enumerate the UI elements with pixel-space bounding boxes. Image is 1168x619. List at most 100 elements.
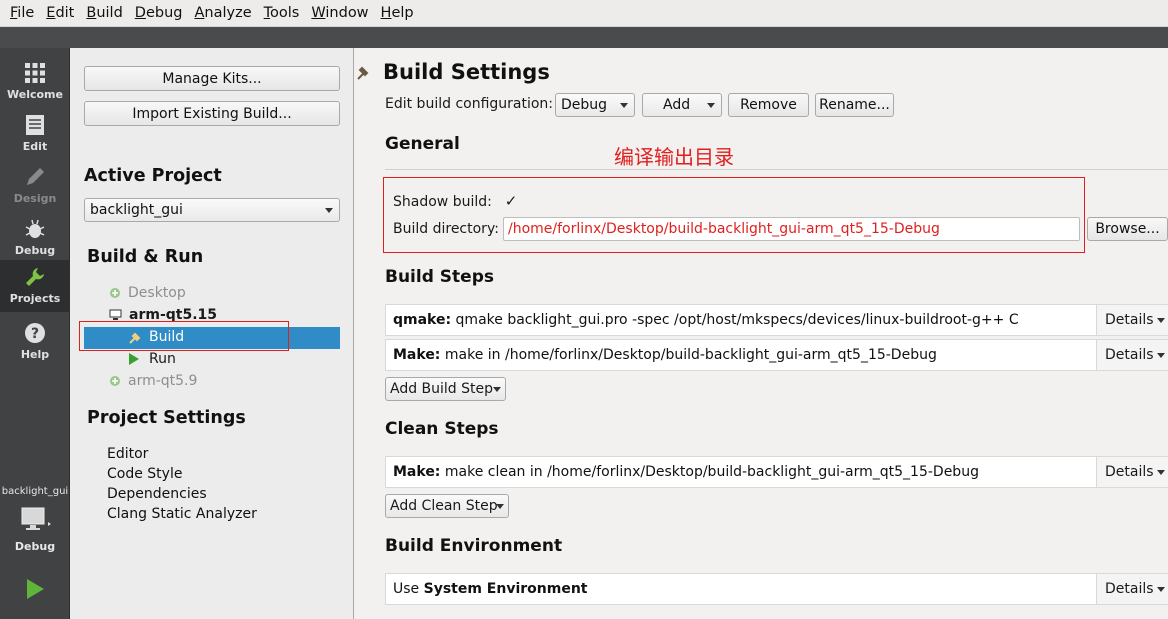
mode-label: Design bbox=[13, 192, 57, 205]
shadow-build-label: Shadow build: bbox=[393, 194, 492, 210]
active-project-select[interactable]: backlight_gui bbox=[84, 198, 340, 222]
toolbar-strip bbox=[0, 27, 1168, 48]
play-icon bbox=[129, 353, 139, 365]
remove-config-button[interactable]: Remove bbox=[728, 93, 809, 117]
manage-kits-button[interactable]: Manage Kits... bbox=[84, 66, 340, 91]
chevron-down-icon bbox=[620, 103, 628, 108]
shadow-build-checkbox[interactable]: ✓ bbox=[503, 193, 519, 209]
import-build-button[interactable]: Import Existing Build... bbox=[84, 101, 340, 126]
chevron-down-icon bbox=[493, 387, 501, 392]
build-config-select[interactable]: Debug bbox=[555, 93, 635, 117]
menu-tools[interactable]: Tools bbox=[258, 0, 306, 27]
chevron-down-icon bbox=[707, 103, 715, 108]
mode-design[interactable]: Design bbox=[0, 160, 70, 210]
chevron-down-icon bbox=[1157, 587, 1165, 592]
add-config-button[interactable]: Add bbox=[642, 93, 722, 117]
settings-editor[interactable]: Editor bbox=[107, 446, 148, 462]
step-key: Make: bbox=[393, 464, 441, 480]
monitor-icon[interactable] bbox=[20, 506, 51, 534]
mode-debug[interactable]: Debug bbox=[0, 212, 70, 262]
add-clean-step-button[interactable]: Add Clean Step bbox=[385, 494, 509, 518]
build-steps-heading: Build Steps bbox=[385, 267, 494, 287]
build-step-qmake[interactable]: qmake: qmake backlight_gui.pro -spec /op… bbox=[385, 304, 1168, 336]
kit-arm-qt5-9[interactable]: arm-qt5.9 bbox=[109, 373, 197, 389]
rename-config-button[interactable]: Rename... bbox=[815, 93, 894, 117]
hammer-icon bbox=[357, 66, 369, 80]
mode-label: Debug bbox=[14, 244, 56, 257]
mode-projects[interactable]: Projects bbox=[0, 260, 70, 312]
step-command: make clean in /home/forlinx/Desktop/buil… bbox=[440, 464, 979, 480]
menu-mnemonic: A bbox=[194, 4, 205, 21]
details-label: Details bbox=[1105, 347, 1154, 363]
add-circle-icon bbox=[110, 376, 120, 386]
step-text: Make: make clean in /home/forlinx/Deskto… bbox=[386, 464, 1096, 480]
monitor-icon bbox=[109, 309, 122, 320]
build-settings-panel: Build Settings Edit build configuration:… bbox=[355, 48, 1168, 619]
grid-icon bbox=[24, 62, 46, 84]
chevron-down-icon bbox=[1157, 470, 1165, 475]
chevron-down-icon bbox=[1157, 318, 1165, 323]
add-circle-icon bbox=[110, 288, 120, 298]
menu-debug[interactable]: Debug bbox=[129, 0, 189, 27]
divider bbox=[385, 169, 1168, 170]
settings-clang-analyzer[interactable]: Clang Static Analyzer bbox=[107, 506, 257, 522]
menu-label-rest: ools bbox=[270, 4, 300, 21]
step-text: qmake: qmake backlight_gui.pro -spec /op… bbox=[386, 312, 1096, 328]
mode-welcome[interactable]: Welcome bbox=[0, 56, 70, 106]
build-env-heading: Build Environment bbox=[385, 536, 563, 556]
clean-steps-heading: Clean Steps bbox=[385, 419, 499, 439]
mode-label: Edit bbox=[22, 140, 48, 153]
details-button[interactable]: Details bbox=[1096, 457, 1168, 487]
build-dir-label: Build directory: bbox=[393, 221, 499, 237]
menu-edit[interactable]: Edit bbox=[40, 0, 80, 27]
settings-dependencies[interactable]: Dependencies bbox=[107, 486, 207, 502]
menu-window[interactable]: Window bbox=[305, 0, 374, 27]
build-step-make[interactable]: Make: make in /home/forlinx/Desktop/buil… bbox=[385, 339, 1168, 371]
bug-icon bbox=[24, 218, 46, 240]
chevron-down-icon bbox=[1157, 353, 1165, 358]
mode-edit[interactable]: Edit bbox=[0, 108, 70, 158]
settings-code-style[interactable]: Code Style bbox=[107, 466, 182, 482]
build-env-row[interactable]: Use System Environment Details bbox=[385, 573, 1168, 605]
chevron-down-icon bbox=[325, 208, 333, 213]
svg-text:?: ? bbox=[31, 326, 39, 342]
general-heading: General bbox=[385, 134, 460, 154]
page-title: Build Settings bbox=[383, 60, 550, 84]
details-label: Details bbox=[1105, 312, 1154, 328]
mode-label: Projects bbox=[9, 292, 61, 305]
details-button[interactable]: Details bbox=[1096, 340, 1168, 370]
mode-label: Help bbox=[20, 348, 50, 361]
browse-button[interactable]: Browse... bbox=[1087, 217, 1168, 241]
menu-file[interactable]: File bbox=[4, 0, 40, 27]
menu-mnemonic: B bbox=[86, 4, 97, 21]
tree-item-run[interactable]: Run bbox=[128, 351, 176, 367]
menu-label-rest: dit bbox=[55, 4, 75, 21]
menu-label-rest: elp bbox=[391, 4, 414, 21]
details-label: Details bbox=[1105, 464, 1154, 480]
project-panel: Manage Kits... Import Existing Build... … bbox=[70, 48, 354, 619]
active-project-value: backlight_gui bbox=[90, 202, 183, 218]
menu-label-rest: indow bbox=[325, 4, 369, 21]
annotation-box-build bbox=[79, 321, 289, 351]
target-project-label: backlight_gui bbox=[1, 486, 69, 497]
menu-mnemonic: H bbox=[380, 4, 392, 21]
menu-help[interactable]: Help bbox=[375, 0, 420, 27]
menu-build[interactable]: Build bbox=[80, 0, 128, 27]
build-run-heading: Build & Run bbox=[87, 247, 204, 267]
details-button[interactable]: Details bbox=[1096, 305, 1168, 335]
details-button[interactable]: Details bbox=[1096, 574, 1168, 604]
tree-item-label: Run bbox=[149, 351, 176, 367]
menu-analyze[interactable]: Analyze bbox=[188, 0, 257, 27]
mode-help[interactable]: ? Help bbox=[0, 316, 70, 366]
edit-config-label: Edit build configuration: bbox=[385, 96, 554, 112]
project-settings-heading: Project Settings bbox=[87, 408, 246, 428]
build-dir-input[interactable]: /home/forlinx/Desktop/build-backlight_gu… bbox=[503, 217, 1080, 241]
clean-step-make[interactable]: Make: make clean in /home/forlinx/Deskto… bbox=[385, 456, 1168, 488]
menu-mnemonic: W bbox=[311, 4, 326, 21]
step-text: Use System Environment bbox=[386, 581, 1096, 597]
kit-desktop[interactable]: Desktop bbox=[109, 285, 186, 301]
add-build-step-label: Add Build Step bbox=[390, 381, 494, 397]
add-build-step-button[interactable]: Add Build Step bbox=[385, 377, 506, 401]
play-icon[interactable] bbox=[24, 578, 46, 600]
menu-bar: File Edit Build Debug Analyze Tools Wind… bbox=[0, 0, 1168, 27]
